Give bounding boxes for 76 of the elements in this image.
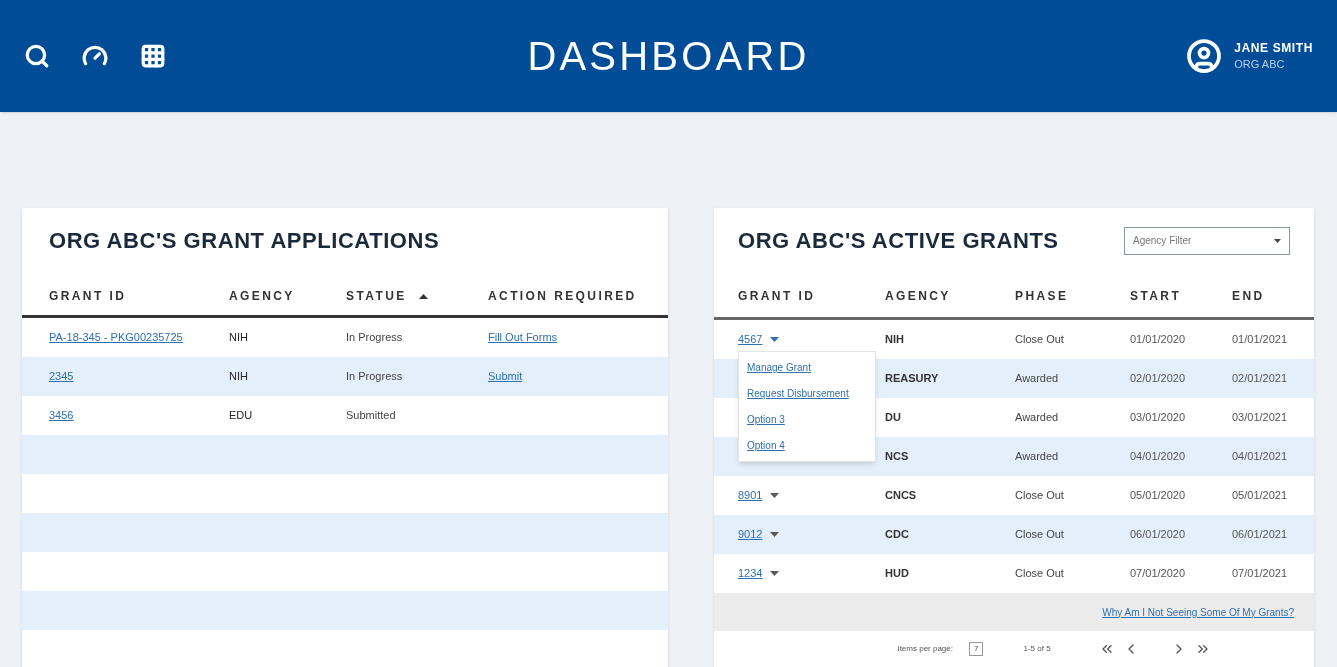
column-header[interactable]: AGENCY: [229, 287, 295, 305]
column-header: START: [1130, 289, 1182, 303]
table-cell: EDU: [229, 409, 253, 422]
caret-icon[interactable]: [770, 493, 780, 498]
table-cell: REASURY: [885, 372, 939, 385]
user-name: JANE SMITH: [1234, 39, 1313, 56]
table-cell: NCS: [885, 450, 909, 463]
table-cell: 02/01/2021: [1232, 372, 1288, 385]
caret-icon[interactable]: [770, 337, 780, 342]
table-cell: Close Out: [1015, 333, 1064, 346]
table-cell: Submitted: [346, 409, 396, 422]
grant-id-link[interactable]: 2345: [49, 370, 74, 383]
table-cell: CDC: [885, 528, 909, 541]
grant-id-link[interactable]: 8901: [738, 487, 763, 504]
caret-icon[interactable]: [770, 571, 780, 576]
menu-item[interactable]: Option 4: [747, 438, 867, 453]
user-avatar-icon[interactable]: [1186, 38, 1223, 74]
table-cell: 04/01/2020: [1130, 450, 1186, 463]
items-per-page-label: Items per page:: [897, 643, 953, 655]
sort-ascending-icon[interactable]: [418, 293, 428, 299]
help-link[interactable]: Why Am I Not Seeing Some Of My Grants?: [1102, 604, 1294, 620]
column-header: GRANT ID: [738, 289, 816, 303]
apps-grid-button[interactable]: [140, 43, 166, 69]
panel-title: ORG ABC'S ACTIVE GRANTS: [738, 227, 1059, 255]
table-cell: 03/01/2021: [1232, 411, 1288, 424]
table-cell: Close Out: [1015, 528, 1064, 541]
table-cell: 01/01/2021: [1232, 333, 1288, 346]
table-cell: Close Out: [1015, 489, 1064, 502]
table-cell: NIH: [229, 331, 248, 344]
caret-icon[interactable]: [770, 532, 780, 537]
table-cell: 06/01/2020: [1130, 528, 1186, 541]
table-cell: Close Out: [1015, 567, 1064, 580]
column-header[interactable]: GRANT ID: [49, 287, 127, 305]
panel-title: ORG ABC'S GRANT APPLICATIONS: [49, 228, 440, 253]
table-cell: NIH: [229, 370, 248, 383]
table-cell: 07/01/2020: [1130, 567, 1186, 580]
table-cell: 02/01/2020: [1130, 372, 1186, 385]
table-cell: NIH: [885, 333, 904, 346]
grant-id-link[interactable]: 1234: [738, 565, 763, 582]
search-button[interactable]: [24, 43, 50, 69]
items-per-page-select[interactable]: 7: [969, 642, 984, 656]
page-title: DASHBOARD: [527, 33, 810, 80]
column-header: PHASE: [1015, 289, 1069, 303]
column-header[interactable]: ACTION REQUIRED: [488, 287, 637, 305]
grant-id-link[interactable]: 3456: [49, 409, 74, 422]
column-header: END: [1232, 289, 1265, 303]
grant-id-link[interactable]: 9012: [738, 526, 763, 543]
table-cell: 05/01/2021: [1232, 489, 1288, 502]
grant-id-link[interactable]: PA-18-345 - PKG00235725: [49, 331, 183, 344]
caret-icon: [1274, 238, 1281, 243]
table-cell: Awarded: [1015, 450, 1059, 463]
menu-item[interactable]: Request Disbursement: [747, 386, 867, 401]
table-cell: Awarded: [1015, 411, 1059, 424]
table-cell: 04/01/2021: [1232, 450, 1288, 463]
table-cell: Awarded: [1015, 372, 1059, 385]
action-link[interactable]: Fill Out Forms: [488, 331, 558, 344]
agency-filter-input[interactable]: Agency Filter: [1133, 233, 1263, 248]
action-link[interactable]: Submit: [488, 370, 523, 383]
table-cell: 01/01/2020: [1130, 333, 1186, 346]
table-cell: HUD: [885, 567, 909, 580]
menu-item[interactable]: Option 3: [747, 412, 867, 427]
menu-item[interactable]: Manage Grant: [747, 360, 867, 375]
column-header: AGENCY: [885, 289, 951, 303]
table-cell: 06/01/2021: [1232, 528, 1288, 541]
grant-id-link[interactable]: 4567: [738, 331, 763, 348]
column-header[interactable]: STATUE: [346, 287, 407, 305]
table-cell: CNCS: [885, 489, 917, 502]
table-cell: In Progress: [346, 370, 403, 383]
table-cell: In Progress: [346, 331, 403, 344]
table-cell: 05/01/2020: [1130, 489, 1186, 502]
user-org: ORG ABC: [1234, 56, 1286, 72]
table-cell: DU: [885, 411, 901, 424]
table-cell: 03/01/2020: [1130, 411, 1186, 424]
table-cell: 07/01/2021: [1232, 567, 1288, 580]
page-range: 1-5 of 5: [1023, 643, 1051, 655]
agency-filter-dropdown[interactable]: Agency Filter: [1124, 226, 1290, 255]
